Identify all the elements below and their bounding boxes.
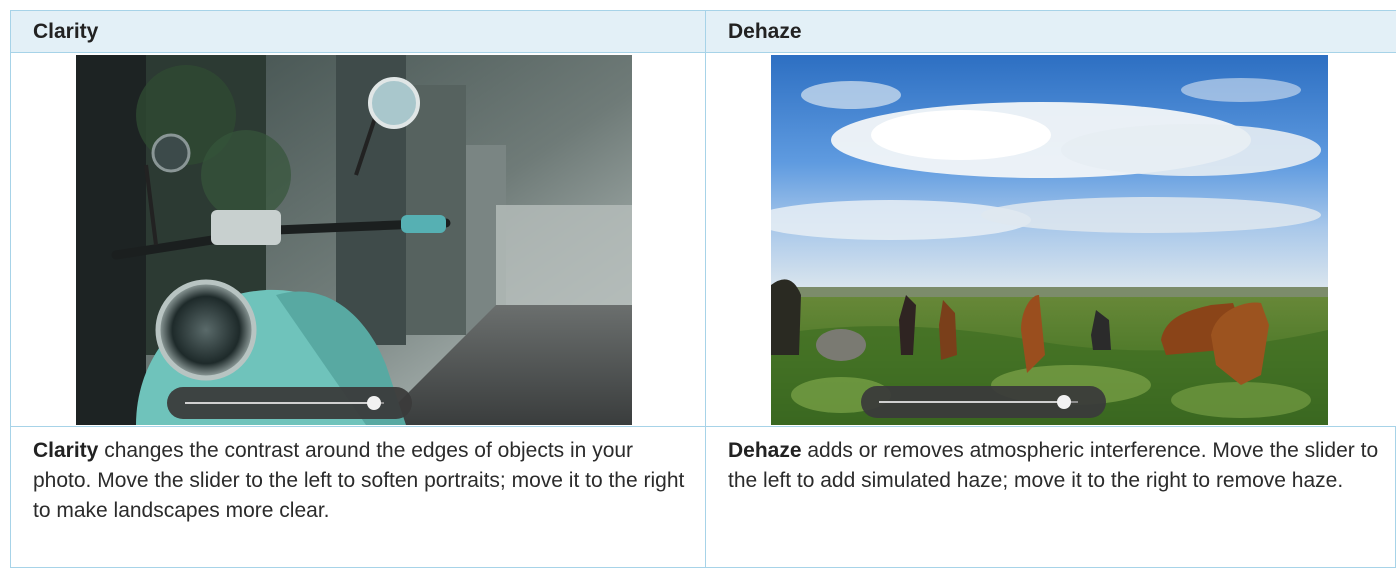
dehaze-slider[interactable] [861, 386, 1106, 418]
comparison-table: Clarity Dehaze Clarity changes the contr… [10, 10, 1396, 568]
dehaze-term: Dehaze [728, 439, 802, 462]
clarity-description-text: changes the contrast around the edges of… [33, 439, 685, 522]
clarity-header: Clarity [33, 19, 99, 43]
dehaze-description-text: adds or removes atmospheric interference… [728, 439, 1379, 492]
clarity-term: Clarity [33, 439, 99, 462]
clarity-image-cell [11, 53, 706, 427]
dehaze-header: Dehaze [728, 19, 802, 43]
clarity-slider[interactable] [167, 387, 412, 419]
slider-fill [185, 402, 375, 404]
dehaze-header-cell: Dehaze [706, 11, 1396, 53]
clarity-description: Clarity changes the contrast around the … [11, 427, 706, 568]
clarity-header-cell: Clarity [11, 11, 706, 53]
slider-fill [879, 401, 1065, 403]
dehaze-image-cell [706, 53, 1396, 427]
dehaze-description: Dehaze adds or removes atmospheric inter… [706, 427, 1396, 568]
slider-thumb[interactable] [1057, 395, 1072, 409]
horses-photo [771, 55, 1328, 425]
slider-thumb[interactable] [367, 396, 382, 410]
scooter-photo [76, 55, 632, 425]
